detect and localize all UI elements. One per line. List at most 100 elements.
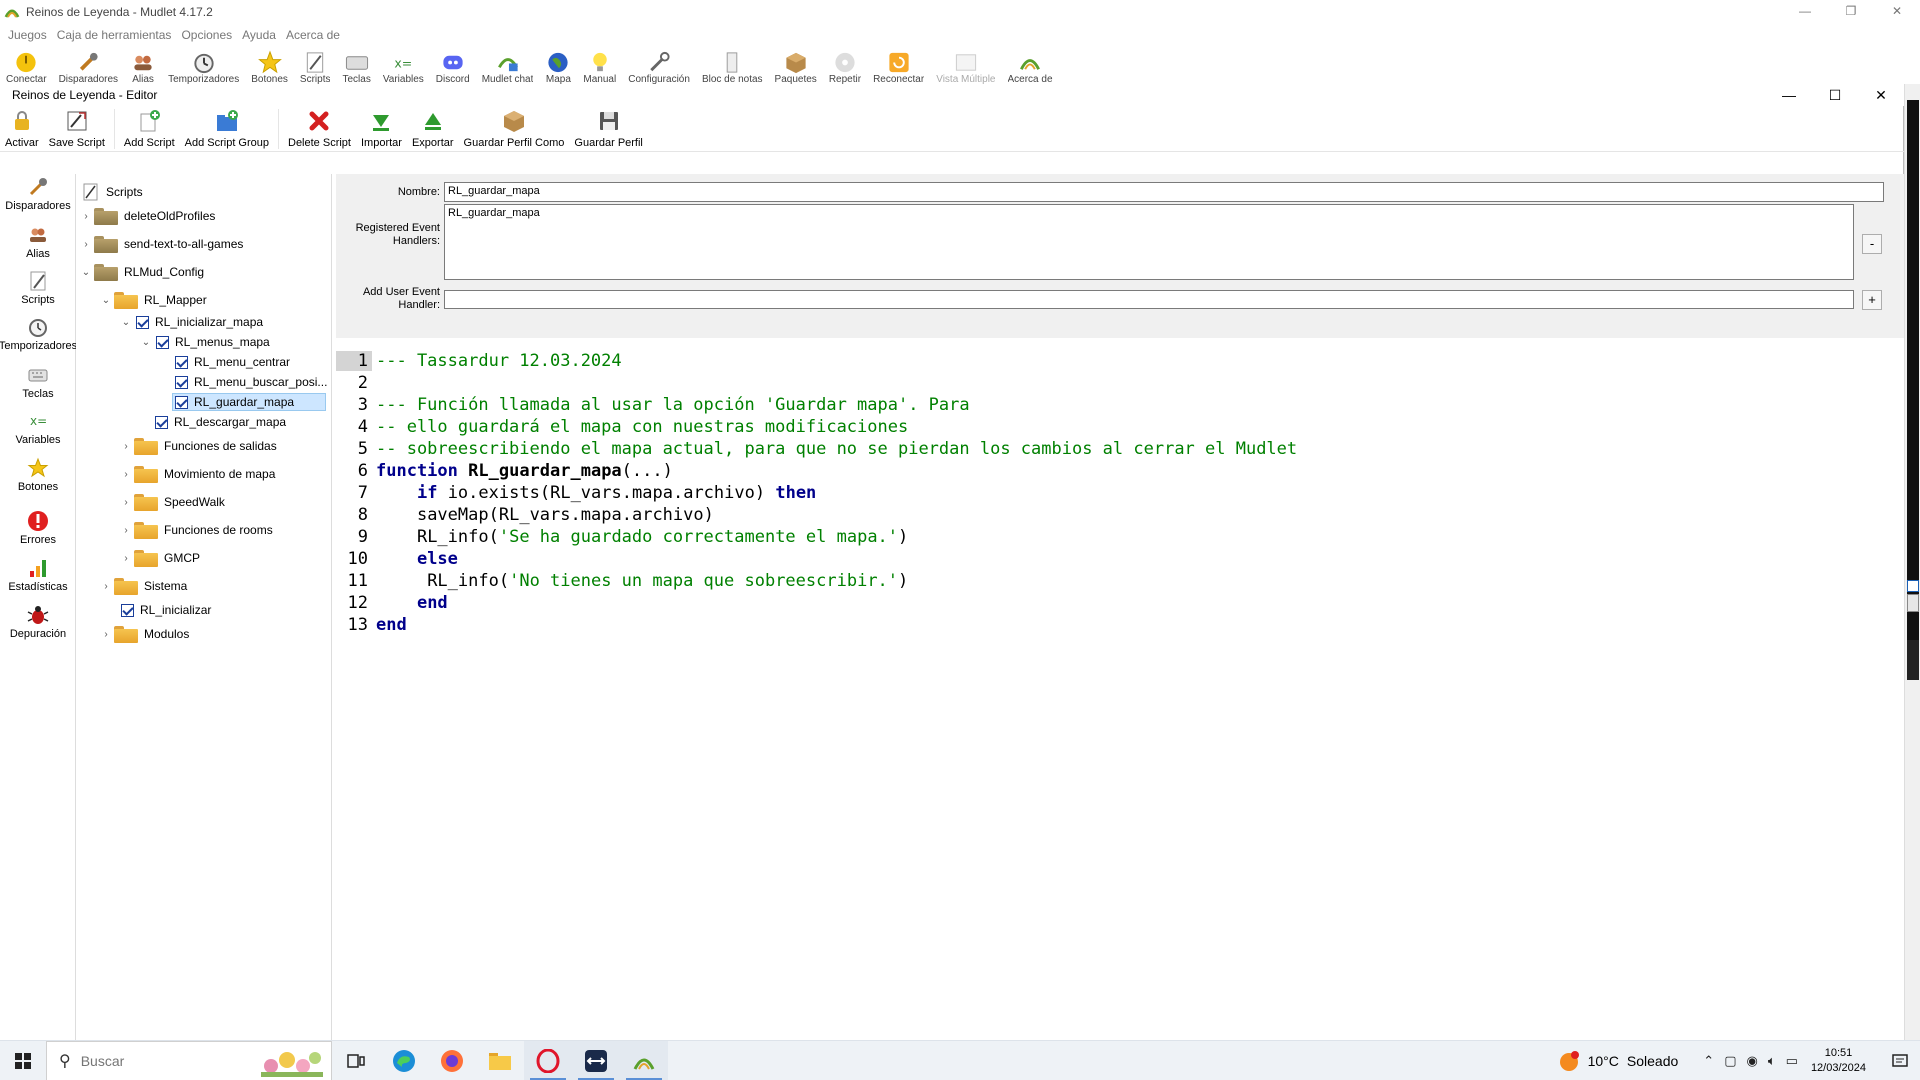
main-tb-triggers[interactable]: Disparadores [59, 46, 118, 84]
notification-button[interactable] [1880, 1041, 1920, 1080]
category-errors[interactable]: Errores [0, 510, 76, 546]
chevron-right-icon[interactable]: › [120, 496, 132, 508]
enabled-checkbox[interactable] [156, 335, 169, 349]
main-close-icon[interactable]: ✕ [1874, 0, 1920, 24]
volume-icon[interactable]: 🔈︎ [1768, 1053, 1776, 1069]
tree-root[interactable]: Scripts [82, 182, 143, 202]
add-script-group-button[interactable]: Add Script Group [180, 106, 274, 152]
chevron-down-icon[interactable]: ⌄ [140, 336, 152, 348]
main-tb-connect[interactable]: Conectar [6, 46, 47, 84]
add-script-button[interactable]: Add Script [119, 106, 180, 152]
main-tb-chat[interactable]: Mudlet chat [482, 46, 533, 84]
menu-acerca-de[interactable]: Acerca de [286, 28, 340, 42]
scroll-indicator[interactable] [1907, 580, 1919, 592]
tree-item-rl-inicializar[interactable]: RL_inicializar [118, 600, 214, 620]
save-script-button[interactable]: Save Script [44, 106, 110, 152]
save-profile-as-button[interactable]: Guardar Perfil Como [459, 106, 570, 152]
add-handler-button[interactable]: + [1862, 290, 1882, 310]
chevron-right-icon[interactable]: › [80, 210, 92, 222]
menu-ayuda[interactable]: Ayuda [242, 28, 276, 42]
category-timers[interactable]: Temporizadores [0, 316, 77, 352]
main-tb-buttons[interactable]: Botones [251, 46, 288, 84]
chevron-right-icon[interactable]: › [120, 524, 132, 536]
main-tb-manual[interactable]: Manual [583, 46, 616, 84]
taskbar-mudlet[interactable] [620, 1040, 668, 1080]
chevron-down-icon[interactable]: ⌄ [100, 294, 112, 306]
taskbar-teamviewer[interactable] [572, 1040, 620, 1080]
enabled-checkbox[interactable] [136, 315, 149, 329]
weather-widget[interactable]: 10°C Soleado [1558, 1050, 1678, 1072]
editor-minimize-icon[interactable]: — [1766, 84, 1812, 106]
main-tb-packages[interactable]: Paquetes [775, 46, 817, 84]
main-tb-settings[interactable]: Configuración [628, 46, 690, 84]
tree-item-speedwalk[interactable]: › SpeedWalk [120, 492, 225, 512]
tree-item-sistema[interactable]: › Sistema [100, 576, 187, 596]
enabled-checkbox[interactable] [175, 375, 188, 389]
network-icon[interactable]: ◉ [1746, 1053, 1757, 1069]
task-view-button[interactable] [332, 1041, 380, 1080]
tree-item-rl-menu-buscar[interactable]: RL_menu_buscar_posi... [172, 372, 330, 392]
enabled-checkbox[interactable] [155, 415, 168, 429]
name-input[interactable]: RL_guardar_mapa [444, 182, 1884, 202]
taskbar-explorer[interactable] [476, 1041, 524, 1080]
tree-item-rl-menus-mapa[interactable]: ⌄ RL_menus_mapa [140, 332, 270, 352]
enabled-checkbox[interactable] [175, 395, 188, 409]
tree-item-gmcp[interactable]: › GMCP [120, 548, 200, 568]
tree-item-deleteoldprofiles[interactable]: › deleteOldProfiles [80, 206, 215, 226]
category-variables[interactable]: x= Variables [0, 410, 76, 446]
category-scripts[interactable]: Scripts [0, 270, 76, 306]
main-tb-about[interactable]: Acerca de [1008, 46, 1053, 84]
main-tb-keys[interactable]: Teclas [342, 46, 371, 84]
tree-item-funciones-rooms[interactable]: › Funciones de rooms [120, 520, 273, 540]
activate-button[interactable]: Activar [0, 106, 44, 152]
main-tb-reconnect[interactable]: Reconectar [873, 46, 924, 84]
main-tb-timers[interactable]: Temporizadores [168, 46, 239, 84]
main-minimize-icon[interactable]: — [1782, 0, 1828, 24]
main-tb-variables[interactable]: x= Variables [383, 46, 424, 84]
editor-close-icon[interactable]: ✕ [1858, 84, 1904, 106]
menu-opciones[interactable]: Opciones [181, 28, 232, 42]
category-aliases[interactable]: Alias [0, 224, 76, 260]
start-button[interactable] [0, 1041, 46, 1080]
main-restore-icon[interactable]: ❐ [1828, 0, 1874, 24]
chevron-up-icon[interactable]: ⌃ [1703, 1053, 1714, 1069]
search-input[interactable] [80, 1052, 241, 1069]
tree-item-send-text[interactable]: › send-text-to-all-games [80, 234, 243, 254]
category-triggers[interactable]: Disparadores [0, 176, 76, 212]
main-tb-discord[interactable]: Discord [436, 46, 470, 84]
main-tb-scripts[interactable]: Scripts [300, 46, 330, 84]
taskbar-opera[interactable] [524, 1040, 572, 1080]
taskbar-search[interactable]: ⚲ [46, 1040, 332, 1080]
tree-item-funciones-salidas[interactable]: › Funciones de salidas [120, 436, 277, 456]
tree-item-rl-menu-centrar[interactable]: RL_menu_centrar [172, 352, 293, 372]
tree-item-rl-mapper[interactable]: ⌄ RL_Mapper [100, 290, 207, 310]
taskbar-edge[interactable] [380, 1041, 428, 1080]
chevron-down-icon[interactable]: ⌄ [80, 266, 92, 278]
handlers-list[interactable]: RL_guardar_mapa [444, 204, 1854, 280]
chevron-right-icon[interactable]: › [120, 468, 132, 480]
menu-juegos[interactable]: Juegos [8, 28, 47, 42]
taskbar-firefox[interactable] [428, 1041, 476, 1080]
chevron-down-icon[interactable]: ⌄ [120, 316, 132, 328]
save-profile-button[interactable]: Guardar Perfil [569, 106, 647, 152]
main-tb-multiview[interactable]: Vista Múltiple [936, 46, 996, 84]
chevron-right-icon[interactable]: › [120, 440, 132, 452]
category-statistics[interactable]: Estadísticas [0, 557, 76, 593]
tree-item-movimiento-mapa[interactable]: › Movimiento de mapa [120, 464, 275, 484]
display-icon[interactable]: ▭ [1786, 1053, 1798, 1069]
category-debug[interactable]: Depuración [0, 604, 76, 640]
menu-caja-herramientas[interactable]: Caja de herramientas [57, 28, 172, 42]
editor-maximize-icon[interactable]: ☐ [1812, 84, 1858, 106]
meet-icon[interactable]: ▢ [1724, 1053, 1736, 1069]
scroll-down-icon[interactable] [1907, 594, 1919, 612]
chevron-right-icon[interactable]: › [100, 580, 112, 592]
enabled-checkbox[interactable] [175, 355, 188, 369]
main-tb-replay[interactable]: Repetir [829, 46, 861, 84]
category-keys[interactable]: Teclas [0, 364, 76, 400]
export-button[interactable]: Exportar [407, 106, 459, 152]
add-handler-input[interactable] [444, 290, 1854, 309]
chevron-right-icon[interactable]: › [80, 238, 92, 250]
remove-handler-button[interactable]: - [1862, 234, 1882, 254]
delete-script-button[interactable]: Delete Script [283, 106, 356, 152]
tree-item-rl-descargar-mapa[interactable]: RL_descargar_mapa [152, 412, 289, 432]
